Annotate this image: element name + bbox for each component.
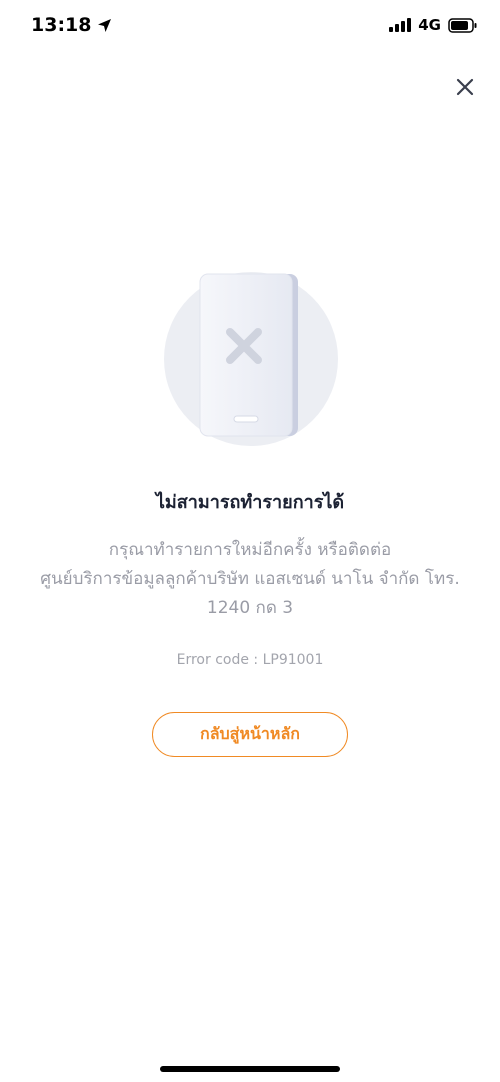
close-icon	[454, 76, 476, 98]
back-to-home-button[interactable]: กลับสู่หน้าหลัก	[152, 712, 348, 757]
network-label: 4G	[418, 16, 441, 34]
description-line: ศูนย์บริการข้อมูลลูกค้าบริษัท แอสเซนด์ น…	[40, 569, 460, 589]
status-indicators: 4G	[389, 16, 478, 34]
error-description: กรุณาทำรายการใหม่อีกครั้ง หรือติดต่อ ศูน…	[20, 536, 480, 623]
battery-icon	[448, 17, 478, 33]
error-code: Error code : LP91001	[176, 652, 324, 668]
error-illustration	[162, 270, 340, 448]
time-label: 13:18	[31, 14, 92, 36]
description-line: กรุณาทำรายการใหม่อีกครั้ง หรือติดต่อ	[108, 540, 392, 560]
phone-error-icon	[162, 270, 340, 448]
signal-bars-icon	[389, 18, 412, 32]
error-title: ไม่สามารถทำรายการได้	[155, 492, 345, 513]
description-line: 1240 กด 3	[206, 598, 294, 618]
status-time: 13:18	[31, 14, 112, 36]
back-to-home-label: กลับสู่หน้าหลัก	[200, 724, 300, 743]
status-bar: 13:18 4G	[0, 0, 500, 56]
home-indicator[interactable]	[160, 1066, 340, 1072]
close-button[interactable]	[454, 76, 476, 98]
location-arrow-icon	[97, 18, 112, 33]
